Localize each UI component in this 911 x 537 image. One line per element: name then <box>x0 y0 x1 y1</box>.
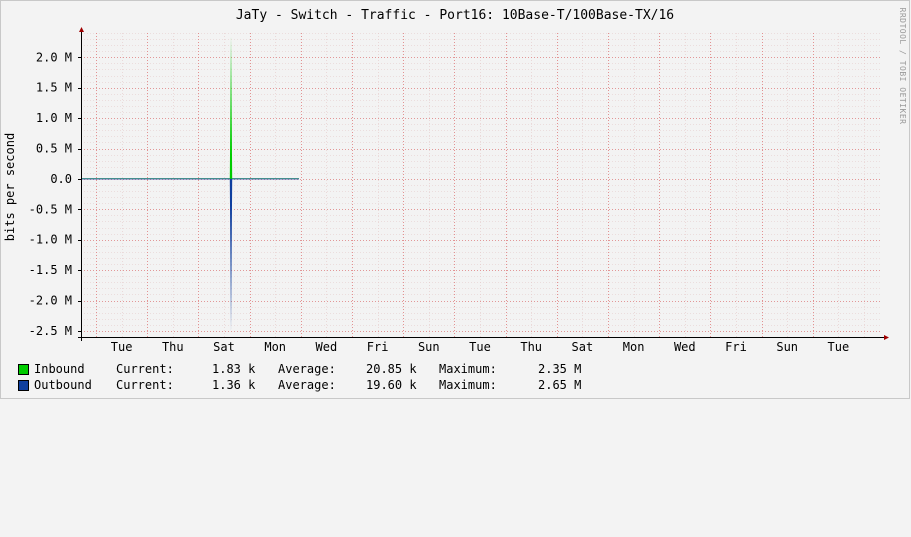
x-tick-label: Sun <box>776 340 798 354</box>
y-tick-label: 0.5 M <box>36 142 72 156</box>
y-axis-label: bits per second <box>3 133 17 241</box>
legend-row-inbound: Inbound Current: 1.83 k Average: 20.85 k… <box>18 361 581 377</box>
inbound-current: 1.83 k <box>212 362 256 376</box>
x-tick-label: Thu <box>162 340 184 354</box>
watermark: RRDTOOL / TOBI OETIKER <box>898 8 907 125</box>
x-tick-label: Sat <box>572 340 594 354</box>
inbound-average: 20.85 k <box>366 362 417 376</box>
x-tick-label: Sat <box>213 340 235 354</box>
x-tick-label: Fri <box>367 340 389 354</box>
outbound-swatch <box>18 380 29 391</box>
x-tick-label: Mon <box>623 340 645 354</box>
inbound-maximum-label: Maximum: <box>439 362 497 376</box>
y-axis-arrow <box>79 27 84 32</box>
x-tick-label: Tue <box>111 340 133 354</box>
x-tick-label: Thu <box>520 340 542 354</box>
inbound-average-label: Average: <box>278 362 336 376</box>
x-axis-arrow <box>884 335 889 340</box>
outbound-average: 19.60 k <box>366 378 417 392</box>
y-tick-label: -2.0 M <box>29 294 72 308</box>
outbound-name: Outbound <box>34 378 92 392</box>
outbound-current: 1.36 k <box>212 378 256 392</box>
inbound-current-label: Current: <box>116 362 174 376</box>
y-tick-label: 0.0 <box>50 172 72 186</box>
x-tick-label: Sun <box>418 340 440 354</box>
frame-border <box>0 0 910 399</box>
y-tick-label: -0.5 M <box>29 202 72 216</box>
outbound-current-label: Current: <box>116 378 174 392</box>
inbound-name: Inbound <box>34 362 85 376</box>
x-tick-label: Fri <box>725 340 747 354</box>
x-tick-label: Mon <box>264 340 286 354</box>
traffic-chart: 2.0 M 1.5 M 1.0 M 0.5 M 0.0 -0.5 M -1.0 M -1.5 … <box>0 0 910 399</box>
y-tick-label: -1.5 M <box>29 263 72 277</box>
x-tick-label: Tue <box>828 340 850 354</box>
x-tick-label: Tue <box>469 340 491 354</box>
chart-title: JaTy - Switch - Traffic - Port16: 10Base… <box>236 8 674 23</box>
y-tick-label: 2.0 M <box>36 50 72 64</box>
y-tick-label: -2.5 M <box>29 324 72 338</box>
outbound-average-label: Average: <box>278 378 336 392</box>
y-tick-label: 1.5 M <box>36 81 72 95</box>
outbound-maximum: 2.65 M <box>538 378 582 392</box>
outbound-spike <box>229 178 233 333</box>
graph-window: 2.0 M 1.5 M 1.0 M 0.5 M 0.0 -0.5 M -1.0 M -1.5 … <box>0 0 911 400</box>
inbound-maximum: 2.35 M <box>538 362 582 376</box>
legend: Inbound Current: 1.83 k Average: 20.85 k… <box>18 361 581 393</box>
legend-row-outbound: Outbound Current: 1.36 k Average: 19.60 … <box>18 377 581 393</box>
y-tick-label: 1.0 M <box>36 111 72 125</box>
x-tick-label: Wed <box>674 340 696 354</box>
outbound-maximum-label: Maximum: <box>439 378 497 392</box>
x-tick-label: Wed <box>316 340 338 354</box>
y-tick-label: -1.0 M <box>29 233 72 247</box>
inbound-swatch <box>18 364 29 375</box>
